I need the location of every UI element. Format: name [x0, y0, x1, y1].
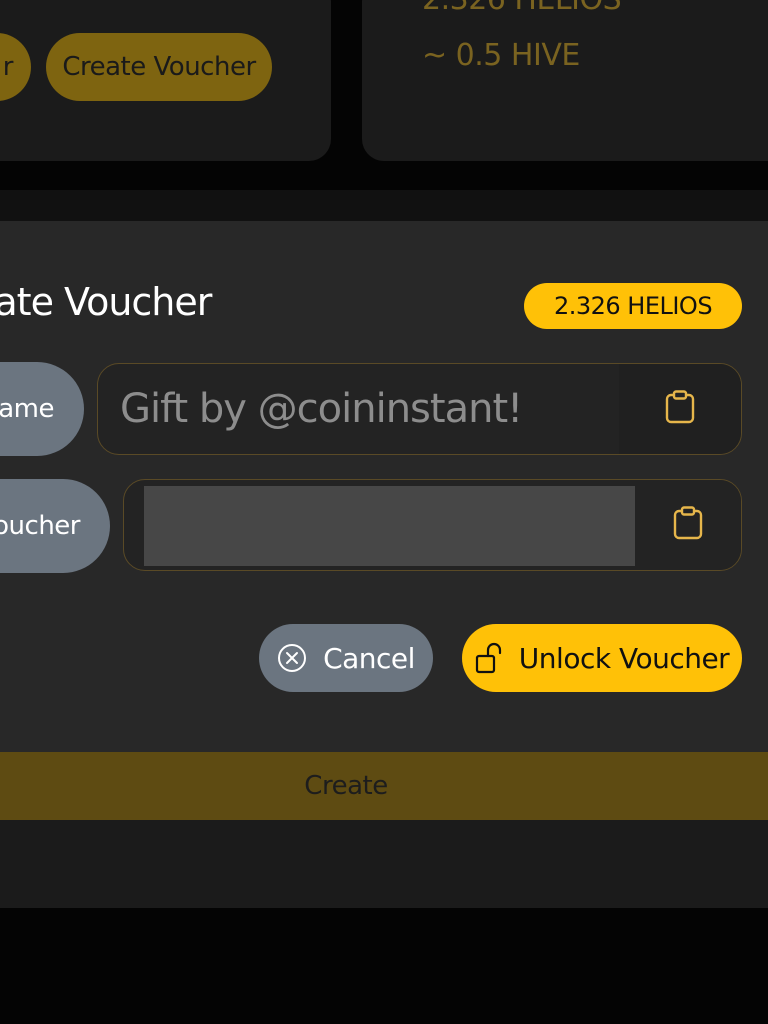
background-create-voucher-button[interactable]: Create Voucher: [46, 33, 272, 101]
background-divider: [0, 190, 768, 221]
modal-title: eate Voucher: [0, 280, 212, 324]
unlock-icon: [475, 642, 503, 674]
create-button[interactable]: Create: [0, 752, 768, 820]
voucher-field-label: oucher: [0, 479, 110, 573]
voucher-input[interactable]: [144, 486, 635, 566]
clipboard-icon: [673, 506, 703, 544]
bottom-panel: [0, 820, 768, 908]
background-card-balance: [362, 0, 768, 161]
page: r Create Voucher 2.326 HELIOS ~ 0.5 HIVE…: [0, 0, 768, 1024]
background-hive-estimate: ~ 0.5 HIVE: [422, 38, 580, 73]
voucher-paste-button[interactable]: [635, 480, 741, 570]
unlock-voucher-label: Unlock Voucher: [518, 641, 730, 675]
circle-x-icon: [277, 643, 307, 673]
voucher-field: [123, 479, 742, 571]
clipboard-icon: [665, 390, 695, 428]
cancel-button[interactable]: Cancel: [259, 624, 433, 692]
name-field: [97, 363, 742, 455]
background-balance-text: 2.326 HELIOS: [422, 0, 622, 17]
name-paste-button[interactable]: [619, 364, 741, 454]
balance-badge: 2.326 HELIOS: [524, 283, 742, 329]
cancel-button-label: Cancel: [323, 641, 415, 675]
unlock-voucher-button[interactable]: Unlock Voucher: [462, 624, 742, 692]
name-input[interactable]: [98, 364, 619, 454]
